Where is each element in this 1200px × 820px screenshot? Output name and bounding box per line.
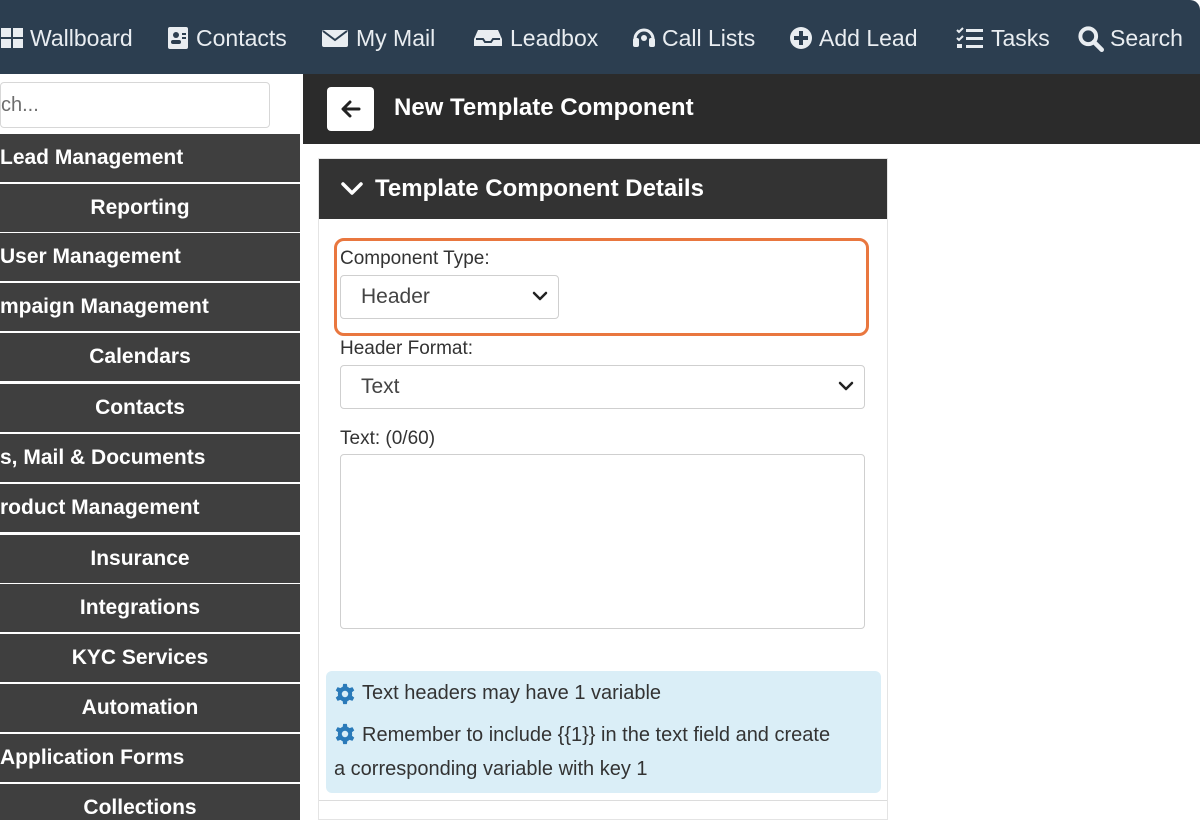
sidebar-item-contacts[interactable]: Contacts — [0, 384, 300, 432]
info-box: Text headers may have 1 variable Remembe… — [326, 671, 881, 793]
sidebar-item-label: roduct Management — [0, 496, 200, 519]
back-button[interactable] — [327, 87, 374, 131]
header-format-value: Text — [361, 375, 400, 398]
template-component-panel: Template Component Details Component Typ… — [318, 158, 888, 820]
search-icon — [1078, 25, 1104, 52]
nav-label: Contacts — [196, 24, 287, 51]
panel-header[interactable]: Template Component Details — [319, 159, 887, 219]
sidebar-item-label: Application Forms — [0, 746, 185, 769]
windows-icon — [1, 28, 23, 48]
sidebar-item-calendars[interactable]: Calendars — [0, 333, 300, 381]
nav-my-mail[interactable]: My Mail — [320, 22, 435, 54]
sidebar-item-mail-documents[interactable]: s, Mail & Documents — [0, 434, 300, 482]
nav-label: Wallboard — [30, 24, 133, 51]
sidebar-item-integrations[interactable]: Integrations — [0, 584, 300, 632]
sidebar-item-lead-management[interactable]: Lead Management — [0, 134, 300, 182]
sidebar-item-label: Reporting — [90, 196, 190, 219]
sidebar-item-reporting[interactable]: Reporting — [0, 184, 300, 232]
nav-label: Search — [1110, 24, 1183, 51]
nav-add-lead[interactable]: Add Lead — [789, 22, 917, 54]
contact-card-icon — [168, 27, 188, 49]
component-type-select[interactable]: Header — [340, 275, 559, 319]
sidebar-item-campaign-management[interactable]: mpaign Management — [0, 283, 300, 331]
headset-icon — [633, 28, 655, 47]
sidebar-item-label: mpaign Management — [0, 295, 209, 318]
content-header: New Template Component — [303, 74, 1200, 144]
component-type-label: Component Type: — [340, 248, 490, 269]
envelope-icon — [322, 30, 348, 47]
sidebar: Lead Management Reporting User Managemen… — [0, 74, 303, 820]
sidebar-item-label: s, Mail & Documents — [0, 446, 206, 469]
plus-circle-icon — [790, 27, 812, 49]
header-format-label: Header Format: — [340, 338, 474, 359]
panel-title: Template Component Details — [375, 175, 704, 202]
sidebar-item-label: Integrations — [79, 596, 201, 619]
sidebar-item-insurance[interactable]: Insurance — [0, 535, 300, 583]
sidebar-item-label: Calendars — [89, 345, 191, 368]
sidebar-search-input[interactable] — [0, 82, 270, 128]
nav-call-lists[interactable]: Call Lists — [632, 22, 755, 54]
gear-icon — [335, 683, 355, 704]
header-format-select[interactable]: Text — [340, 365, 865, 409]
sidebar-item-collections[interactable]: Collections — [0, 784, 300, 820]
component-type-value: Header — [361, 285, 430, 308]
chevron-down-icon — [838, 381, 854, 391]
nav-label: Tasks — [991, 24, 1050, 51]
inbox-icon — [474, 30, 502, 46]
nav-search[interactable]: Search — [1077, 22, 1183, 54]
sidebar-item-user-management[interactable]: User Management — [0, 233, 300, 281]
text-label: Text: (0/60) — [340, 428, 436, 449]
info-line-1: Text headers may have 1 variable — [334, 682, 661, 705]
nav-label: My Mail — [356, 24, 436, 51]
sidebar-item-label: Automation — [81, 696, 199, 719]
sidebar-item-automation[interactable]: Automation — [0, 684, 300, 732]
nav-label: Add Lead — [819, 24, 918, 51]
page-title: New Template Component — [394, 94, 694, 121]
sidebar-item-application-forms[interactable]: Application Forms — [0, 734, 300, 782]
nav-tasks[interactable]: Tasks — [955, 22, 1050, 54]
sidebar-item-label: Lead Management — [0, 146, 184, 169]
sidebar-item-kyc-services[interactable]: KYC Services — [0, 634, 300, 682]
chevron-down-icon — [341, 182, 363, 195]
nav-contacts[interactable]: Contacts — [166, 22, 287, 54]
nav-label: Leadbox — [510, 24, 599, 51]
sidebar-item-label: Collections — [83, 796, 197, 819]
arrow-left-icon — [341, 100, 360, 118]
sidebar-item-label: Insurance — [90, 547, 190, 570]
info-text-1: Text headers may have 1 variable — [362, 682, 662, 704]
top-navigation-bar: Wallboard Contacts My Mail Leadbox Call … — [0, 0, 1200, 74]
sidebar-item-label: KYC Services — [71, 646, 209, 669]
nav-leadbox[interactable]: Leadbox — [472, 22, 598, 54]
nav-wallboard[interactable]: Wallboard — [0, 22, 133, 54]
chevron-down-icon — [532, 291, 548, 301]
info-text-2: Remember to include {{1}} in the text fi… — [334, 724, 831, 780]
tasks-icon — [956, 27, 983, 48]
text-textarea[interactable] — [340, 454, 865, 629]
sidebar-item-label: Contacts — [95, 396, 185, 419]
nav-label: Call Lists — [662, 24, 756, 51]
sidebar-item-product-management[interactable]: roduct Management — [0, 484, 300, 532]
panel-footer-divider — [319, 800, 887, 801]
sidebar-item-label: User Management — [0, 245, 181, 268]
